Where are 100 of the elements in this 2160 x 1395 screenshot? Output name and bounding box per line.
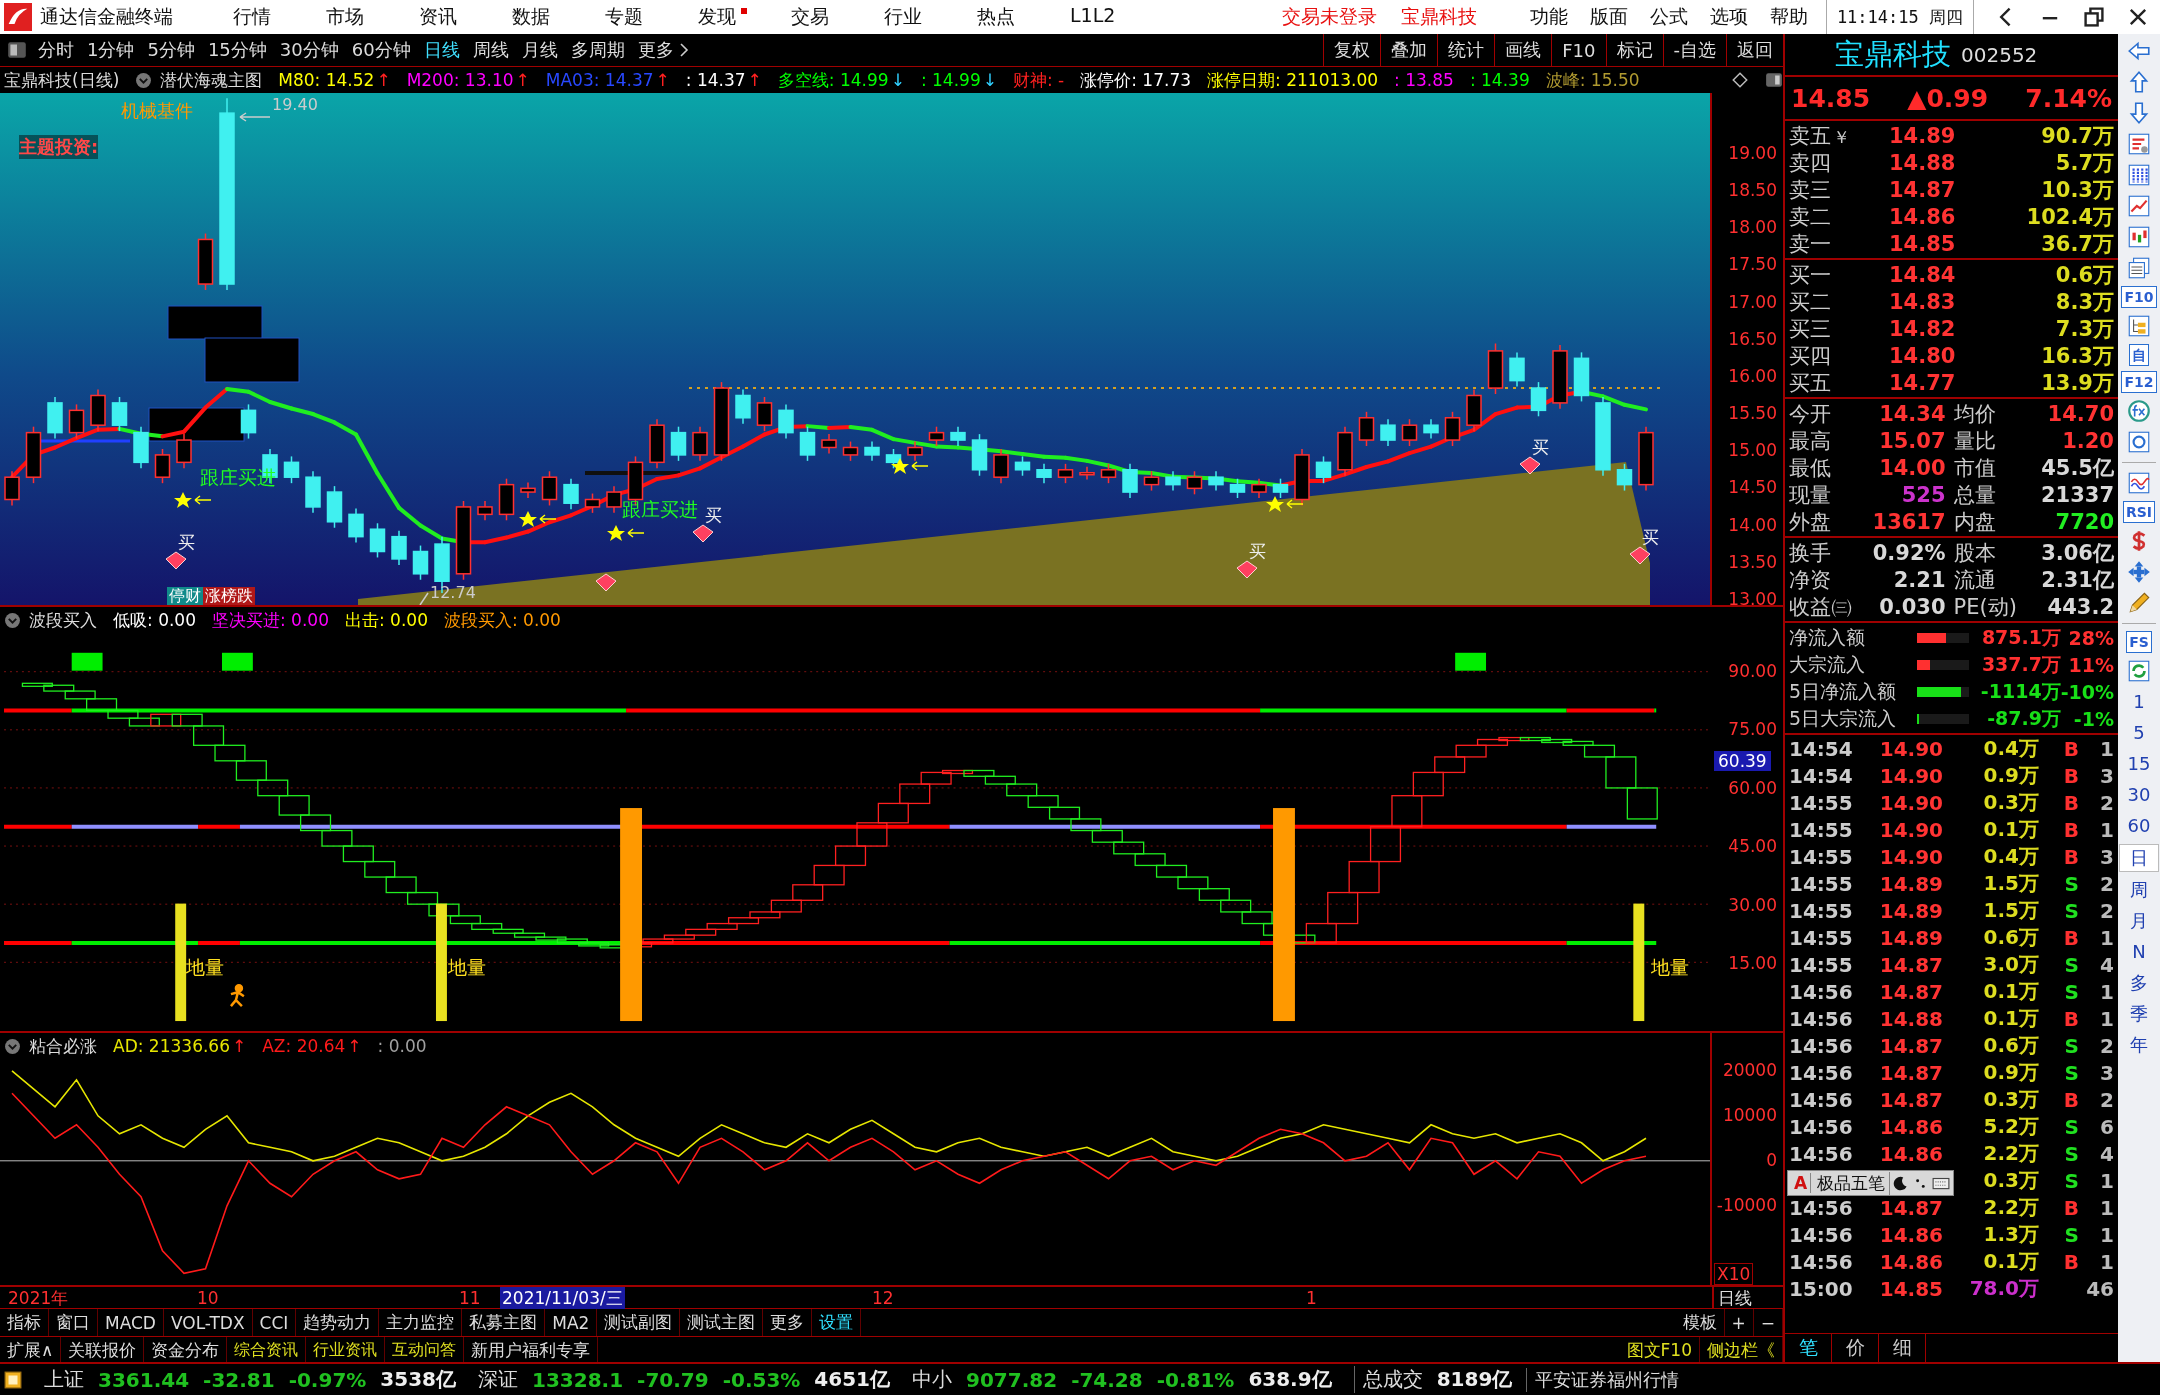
period-shortcut[interactable]: 季: [2120, 1001, 2158, 1027]
panel-tool-button[interactable]: −: [1753, 1309, 1783, 1336]
period-label: 日线: [1712, 1287, 1783, 1308]
indicator-tab[interactable]: 设置: [812, 1309, 862, 1336]
period-tab[interactable]: 1分钟: [87, 38, 135, 62]
period-shortcut[interactable]: 月: [2120, 908, 2158, 934]
period-tab[interactable]: 周线: [472, 38, 509, 62]
legend-value: 涨停日期: 211013.00: [1207, 68, 1379, 92]
indicator-tab[interactable]: 窗口: [49, 1309, 98, 1336]
side-tool-button[interactable]: RSI: [2122, 501, 2156, 523]
order-level-label: 买四: [1789, 342, 1832, 370]
index-name[interactable]: 深证: [478, 1366, 518, 1393]
period-tab[interactable]: 5分钟: [147, 38, 195, 62]
indicator-name[interactable]: 波段买入: [29, 608, 97, 632]
axis-label: 16.50: [1728, 328, 1777, 349]
flow-percent: 28%: [2067, 626, 2114, 649]
menu-item[interactable]: 资讯: [419, 4, 468, 30]
menu-item[interactable]: 行情: [233, 4, 282, 30]
flow-percent: 11%: [2067, 653, 2114, 676]
stat-value: 15.07: [1878, 428, 1946, 453]
period-tab[interactable]: 15分钟: [207, 38, 267, 62]
order-price: 14.87: [1889, 177, 1957, 202]
trade-time: 14:55: [1789, 871, 1853, 896]
trade-price: 14.87: [1879, 1195, 1943, 1220]
input-method-bar[interactable]: A 极品五笔: [1787, 1170, 1955, 1196]
tag-badge: 涨榜跌: [203, 587, 255, 605]
indicator-tab[interactable]: 指标: [0, 1309, 49, 1336]
trade-login-status[interactable]: 交易未登录: [1282, 4, 1378, 30]
menu-item[interactable]: 市场: [326, 4, 375, 30]
period-tab[interactable]: 月线: [521, 38, 558, 62]
indicator-tab[interactable]: 测试副图: [597, 1309, 681, 1336]
date-label: 2021年: [8, 1287, 69, 1309]
buy-label: 买: [1642, 526, 1659, 549]
menu-item[interactable]: 热点: [977, 4, 1026, 30]
order-price: 14.77: [1889, 370, 1957, 395]
side-tool-button[interactable]: FS: [2126, 631, 2152, 653]
period-shortcut[interactable]: 60: [2120, 813, 2158, 839]
axis-label: 18.00: [1728, 217, 1777, 238]
period-tab[interactable]: 更多: [637, 38, 674, 62]
indicator-tab[interactable]: VOL-TDX: [163, 1309, 253, 1336]
period-shortcut[interactable]: 15: [2120, 751, 2158, 777]
period-shortcut[interactable]: 多: [2120, 970, 2158, 996]
menu-item[interactable]: 数据: [512, 4, 561, 30]
signal-label: 跟庄买进: [622, 497, 698, 522]
panel-tool-button[interactable]: 模板: [1675, 1309, 1725, 1336]
menu-item[interactable]: 专题: [605, 4, 654, 30]
order-level-label: 买一: [1789, 261, 1832, 289]
period-tab[interactable]: 多周期: [570, 38, 625, 62]
indicator-tab[interactable]: MA2: [545, 1309, 598, 1336]
trade-time: 14:55: [1789, 925, 1853, 950]
input-method-logo: A: [1791, 1173, 1812, 1193]
indicator-tab[interactable]: 私募主图: [462, 1309, 546, 1336]
index-name[interactable]: 上证: [44, 1366, 84, 1393]
trade-volume: 3.0万: [1982, 951, 2039, 978]
menu-item[interactable]: 选项: [1709, 4, 1748, 30]
menu-item[interactable]: 功能: [1529, 4, 1568, 30]
indicator-tab[interactable]: CCI: [252, 1309, 297, 1336]
menu-item[interactable]: 交易: [791, 4, 840, 30]
trade-side: S: [2064, 979, 2079, 1004]
period-shortcut[interactable]: 1: [2120, 689, 2158, 715]
index-name[interactable]: 中小: [912, 1366, 953, 1393]
side-tool-button[interactable]: F12: [2121, 371, 2157, 393]
period-shortcut[interactable]: 30: [2120, 782, 2158, 808]
trade-side: B: [2063, 817, 2079, 842]
legend-value: 财神: -: [1012, 68, 1065, 92]
formula-name[interactable]: 潜伏海魂主图: [160, 68, 263, 92]
trade-volume: 5.2万: [1982, 1113, 2039, 1140]
indicator-tab[interactable]: 主力监控: [379, 1309, 463, 1336]
indicator-name[interactable]: 粘合必涨: [29, 1034, 97, 1058]
legend-value: : 20.64↑: [285, 1036, 362, 1056]
side-tool-button[interactable]: F10: [2121, 286, 2157, 308]
index-turnover: 3538亿: [380, 1366, 456, 1393]
period-tab[interactable]: 分时: [38, 38, 74, 62]
indicator-tab[interactable]: 趋势动力: [296, 1309, 380, 1336]
period-tab[interactable]: 日线: [423, 38, 460, 62]
period-tab[interactable]: 60分钟: [351, 38, 411, 62]
menu-item[interactable]: 行业: [884, 4, 933, 30]
panel-tool-button[interactable]: +: [1724, 1309, 1754, 1336]
total-turnover-label: 总成交: [1353, 1366, 1423, 1393]
period-shortcut[interactable]: N: [2120, 939, 2158, 965]
side-tool-button[interactable]: 自: [2129, 344, 2149, 366]
axis-label: 17.00: [1728, 291, 1777, 312]
period-shortcut[interactable]: 5: [2120, 720, 2158, 746]
index-turnover: 4651亿: [814, 1366, 891, 1393]
period-tab[interactable]: 30分钟: [279, 38, 339, 62]
legend-value: : 14.39: [1469, 70, 1530, 90]
menu-item[interactable]: L1L2: [1070, 4, 1127, 30]
period-shortcut[interactable]: 周: [2120, 877, 2158, 903]
period-shortcut[interactable]: 日: [2119, 844, 2159, 872]
menu-item[interactable]: 公式: [1649, 4, 1688, 30]
trade-volume: 0.1万: [1982, 816, 2039, 843]
period-shortcut[interactable]: 年: [2120, 1032, 2158, 1058]
indicator-tab[interactable]: 更多: [763, 1309, 813, 1336]
indicator-tab[interactable]: MACD: [98, 1309, 164, 1336]
indicator-tab[interactable]: 测试主图: [680, 1309, 764, 1336]
menu-item[interactable]: 帮助: [1769, 4, 1808, 30]
menu-item[interactable]: 版面: [1589, 4, 1628, 30]
index-percent: -0.97%: [288, 1367, 367, 1392]
low-volume-label: 地量: [186, 955, 224, 980]
menu-item[interactable]: 发现: [698, 4, 747, 30]
